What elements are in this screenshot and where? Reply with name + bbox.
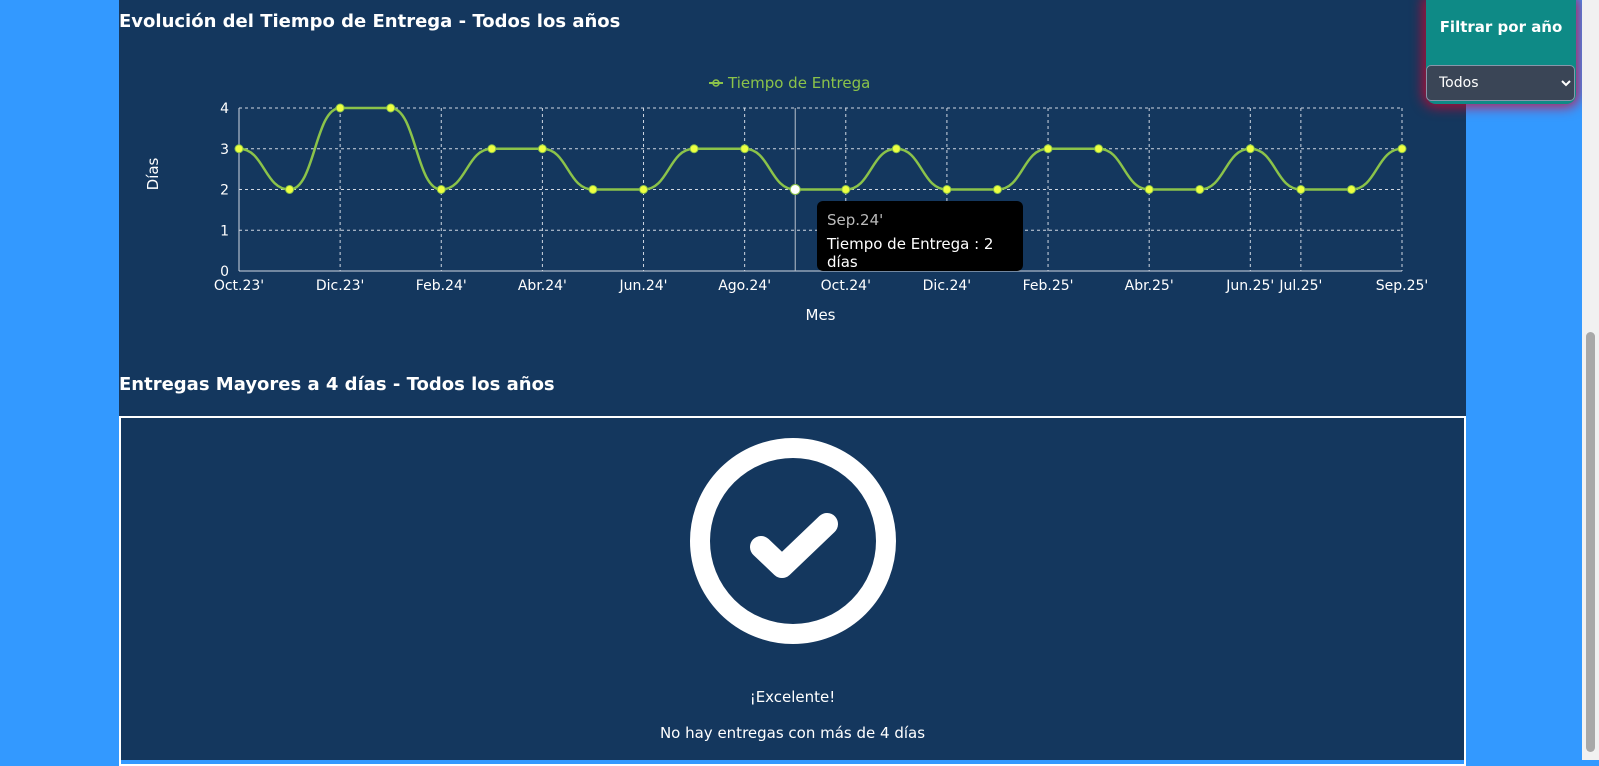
x-tick-label: Sep.25' bbox=[1376, 278, 1429, 294]
data-point bbox=[386, 103, 396, 113]
x-tick-label: Jul.25' bbox=[1278, 278, 1322, 294]
y-tick-label: 2 bbox=[220, 183, 229, 199]
empty-state-heading: ¡Excelente! bbox=[749, 688, 836, 706]
scrollbar-thumb[interactable] bbox=[1586, 332, 1595, 752]
tooltip-body: Tiempo de Entrega : 2 días bbox=[827, 235, 994, 271]
data-point bbox=[1397, 144, 1407, 154]
x-tick-label: Feb.24' bbox=[416, 278, 467, 294]
x-tick-label: Jun.24' bbox=[619, 278, 668, 294]
data-point bbox=[234, 144, 244, 154]
data-point bbox=[841, 185, 851, 194]
y-tick-label: 4 bbox=[220, 101, 229, 117]
x-axis-title: Mes bbox=[806, 306, 836, 324]
x-tick-label: Feb.25' bbox=[1023, 278, 1074, 294]
x-tick-label: Ago.24' bbox=[718, 278, 771, 294]
x-tick-label: Oct.24' bbox=[821, 278, 871, 294]
data-point bbox=[285, 185, 295, 194]
data-point bbox=[740, 144, 750, 154]
data-point bbox=[537, 144, 547, 154]
y-tick-label: 1 bbox=[220, 223, 229, 239]
x-tick-label: Abr.25' bbox=[1125, 278, 1174, 294]
x-tick-label: Abr.24' bbox=[518, 278, 567, 294]
tooltip-title: Sep.24' bbox=[827, 211, 884, 229]
data-point bbox=[487, 144, 497, 154]
data-point bbox=[1144, 185, 1154, 194]
empty-state-card: ¡Excelente! No hay entregas con más de 4… bbox=[119, 416, 1466, 766]
data-point bbox=[1245, 144, 1255, 154]
delivery-time-chart[interactable]: 01234Oct.23' Dic.23' Feb.24' Abr.24' Jun.24'… bbox=[119, 0, 1466, 350]
year-select[interactable]: Todos bbox=[1426, 65, 1575, 101]
x-tick-label: Jun.25' bbox=[1225, 278, 1274, 294]
empty-state-message: No hay entregas con más de 4 días bbox=[659, 724, 926, 742]
data-point bbox=[1094, 144, 1104, 154]
page-scrollbar[interactable] bbox=[1582, 0, 1599, 760]
data-point bbox=[588, 185, 598, 194]
data-point bbox=[436, 185, 446, 194]
data-point bbox=[789, 184, 801, 195]
chart-tooltip: Sep.24' Tiempo de Entrega : 2 días bbox=[817, 201, 1023, 271]
late-deliveries-title: Entregas Mayores a 4 días - Todos los añ… bbox=[119, 374, 555, 395]
data-point bbox=[639, 185, 649, 194]
data-point bbox=[1043, 144, 1053, 154]
data-point bbox=[891, 144, 901, 154]
data-point bbox=[1296, 185, 1306, 194]
data-point bbox=[942, 185, 952, 194]
data-point bbox=[992, 185, 1002, 194]
legend-label: Tiempo de Entrega bbox=[727, 74, 870, 92]
data-point bbox=[335, 103, 345, 113]
year-filter-panel: Filtrar por año Todos bbox=[1426, 0, 1576, 104]
main-panel: Evolución del Tiempo de Entrega - Todos … bbox=[119, 0, 1466, 766]
y-tick-label: 3 bbox=[220, 142, 229, 158]
data-point bbox=[689, 144, 699, 154]
y-axis-title: Días bbox=[144, 157, 162, 190]
x-tick-label: Oct.23' bbox=[214, 278, 264, 294]
x-tick-label: Dic.23' bbox=[316, 278, 364, 294]
x-tick-label: Dic.24' bbox=[923, 278, 971, 294]
data-point bbox=[1195, 185, 1205, 194]
filter-title: Filtrar por año bbox=[1439, 18, 1563, 36]
check-circle-icon bbox=[690, 438, 896, 644]
data-point bbox=[1346, 185, 1356, 194]
